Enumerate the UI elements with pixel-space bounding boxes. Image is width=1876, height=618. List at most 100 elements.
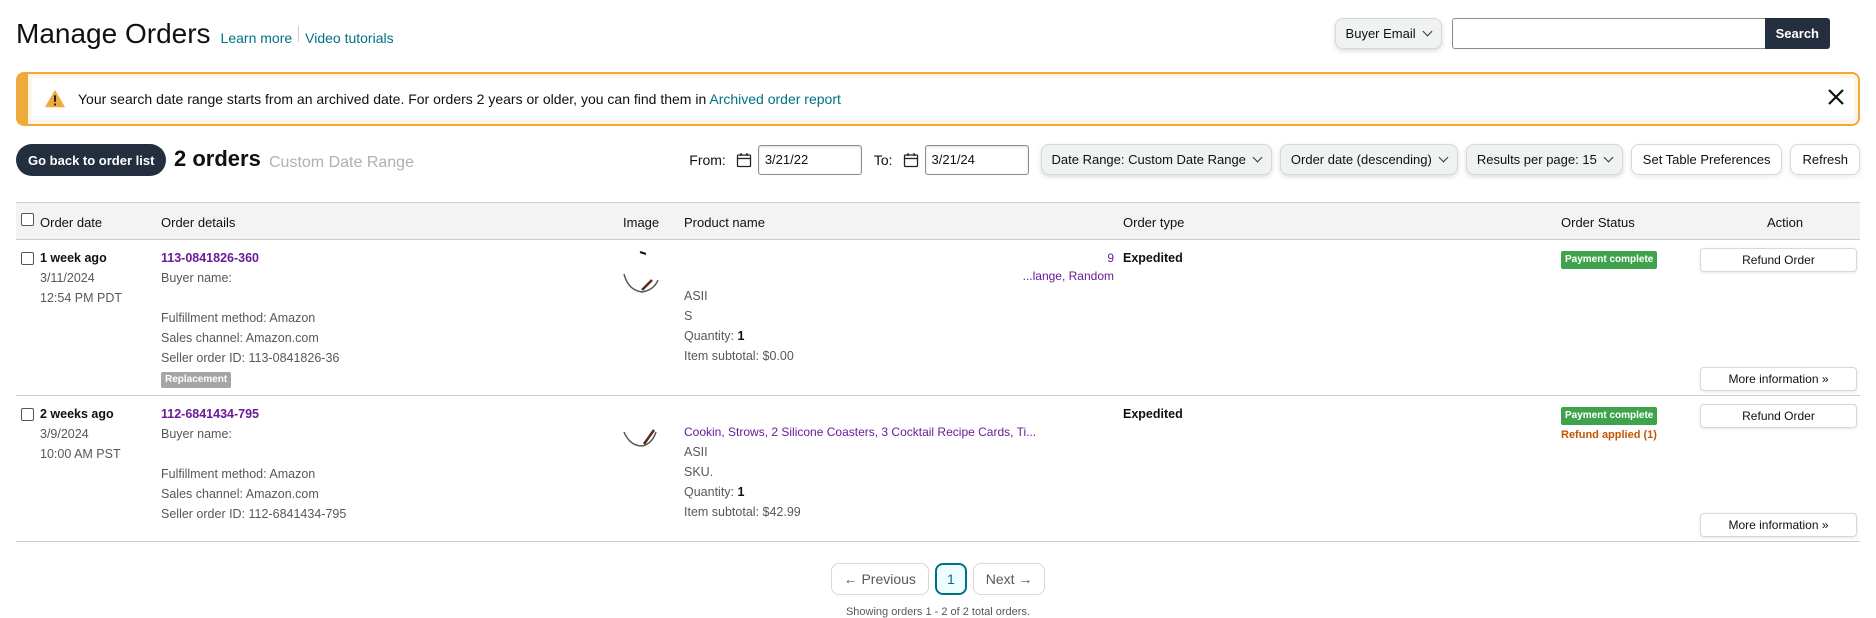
orders-toolbar: Go back to order list 2 orders Custom Da… — [16, 144, 1860, 178]
previous-page-button[interactable]: ← Previous — [830, 563, 929, 595]
page-title: Manage Orders — [16, 18, 211, 49]
results-summary: Showing orders 1 - 2 of 2 total orders. — [845, 606, 1031, 618]
order-id-link[interactable]: 113-0841826-360 — [161, 251, 259, 265]
from-date-field — [736, 144, 862, 175]
search-bar: Buyer Email Search — [1334, 18, 1830, 49]
sales-channel: Sales channel: Amazon.com — [161, 331, 319, 345]
product-image[interactable] — [620, 250, 664, 294]
calendar-icon[interactable] — [903, 152, 919, 168]
order-date-cell: 1 week ago 3/11/2024 12:54 PM PDT — [40, 248, 122, 308]
column-action: Action — [1767, 215, 1804, 230]
buyer-name: Buyer name: — [161, 427, 232, 441]
column-order-details: Order details — [161, 215, 236, 230]
sales-channel: Sales channel: Amazon.com — [161, 487, 319, 501]
to-date-field — [903, 144, 1029, 175]
sort-select[interactable]: Order date (descending) — [1279, 144, 1458, 175]
results-per-page-label: Results per page: 15 — [1476, 152, 1597, 167]
select-all-checkbox[interactable] — [21, 213, 34, 226]
order-type: Expedited — [1123, 251, 1183, 265]
column-order-date[interactable]: Order date — [40, 215, 102, 230]
row-checkbox[interactable] — [21, 252, 34, 265]
table-row: 1 week ago 3/11/2024 12:54 PM PDT 113-08… — [16, 240, 1860, 396]
quantity-label: Quantity: — [684, 485, 738, 499]
product-asin: ASII — [684, 445, 708, 459]
product-image[interactable] — [620, 418, 664, 462]
order-id-link[interactable]: 112-6841434-795 — [161, 407, 259, 421]
more-information-button[interactable]: More information » — [1700, 513, 1857, 537]
seller-order-id: Seller order ID: 112-6841434-795 — [161, 507, 347, 521]
row-checkbox[interactable] — [21, 408, 34, 421]
video-tutorials-link[interactable]: Video tutorials — [305, 30, 393, 46]
order-date-cell: 2 weeks ago 3/9/2024 10:00 AM PST — [40, 404, 121, 464]
order-status-cell: Payment complete Refund applied (1) — [1561, 404, 1658, 445]
date-range-label: Date Range: Custom Date Range — [1051, 152, 1246, 167]
order-time: 12:54 PM PDT — [40, 291, 122, 305]
chevron-down-icon — [1603, 152, 1614, 163]
search-button[interactable]: Search — [1764, 18, 1830, 49]
order-status-cell: Payment complete — [1561, 248, 1658, 269]
chevron-down-icon — [1438, 152, 1449, 163]
product-asin: ASII — [684, 289, 708, 303]
payment-status-badge: Payment complete — [1561, 407, 1658, 425]
from-date-input[interactable] — [757, 144, 862, 175]
product-sku: SKU. — [684, 465, 714, 479]
order-type-cell: Expedited — [1123, 404, 1183, 424]
date-range-select[interactable]: Date Range: Custom Date Range — [1040, 144, 1272, 175]
search-input[interactable] — [1451, 18, 1765, 49]
order-type: Expedited — [1123, 407, 1183, 421]
alert-text: Your search date range starts from an ar… — [78, 91, 710, 107]
back-to-order-list-button[interactable]: Go back to order list — [16, 144, 167, 176]
product-title-link[interactable]: Cookin, Strows, 2 Silicone Coasters, 3 C… — [684, 425, 1036, 439]
learn-more-link[interactable]: Learn more — [221, 30, 293, 46]
order-relative-date: 1 week ago — [40, 251, 107, 265]
set-table-preferences-button[interactable]: Set Table Preferences — [1630, 144, 1783, 175]
calendar-icon[interactable] — [736, 152, 752, 168]
from-label: From: — [689, 151, 726, 168]
product-sku: S — [684, 309, 693, 323]
orders-range-label: Custom Date Range — [269, 154, 414, 171]
order-time: 10:00 AM PST — [40, 447, 121, 461]
archived-order-report-link[interactable]: Archived order report — [709, 91, 841, 107]
seller-order-id: Seller order ID: 113-0841826-36 — [161, 351, 340, 365]
close-icon[interactable] — [1824, 85, 1848, 109]
column-product-name: Product name — [684, 215, 765, 230]
more-information-button[interactable]: More information » — [1700, 367, 1857, 391]
results-per-page-select[interactable]: Results per page: 15 — [1465, 144, 1623, 175]
current-page-button[interactable]: 1 — [934, 563, 967, 595]
header-divider — [298, 26, 300, 42]
alert-message: Your search date range starts from an ar… — [78, 91, 841, 107]
product-name-cell: Cookin, Strows, 2 Silicone Coasters, 3 C… — [684, 404, 1114, 522]
payment-status-badge: Payment complete — [1561, 251, 1658, 269]
order-date: 3/9/2024 — [40, 427, 89, 441]
order-details-cell: 113-0841826-360 Buyer name: Fulfillment … — [161, 248, 339, 388]
orders-table: Order date Order details Image Product n… — [16, 202, 1860, 542]
product-title-link-continued[interactable]: ...lange, Random — [1023, 269, 1114, 283]
replacement-badge: Replacement — [161, 372, 232, 388]
quantity-value: 1 — [737, 329, 745, 343]
to-date-input[interactable] — [924, 144, 1029, 175]
product-quantity: Quantity: 1 — [684, 482, 1114, 502]
product-title-link[interactable]: 9 — [1107, 251, 1114, 265]
filter-controls: From: To: Date Range: Custom Date Range — [689, 144, 1860, 175]
product-name-cell: 9 ...lange, Random ASII S Quantity: 1 It… — [684, 248, 1114, 366]
to-label: To: — [873, 151, 893, 168]
product-quantity: Quantity: 1 — [684, 326, 1114, 346]
sort-label: Order date (descending) — [1290, 152, 1432, 167]
order-type-cell: Expedited — [1123, 248, 1183, 268]
buyer-name: Buyer name: — [161, 271, 232, 285]
next-page-button[interactable]: Next → — [972, 563, 1046, 595]
refund-order-button[interactable]: Refund Order — [1700, 248, 1857, 272]
refresh-button[interactable]: Refresh — [1790, 144, 1860, 175]
refund-order-button[interactable]: Refund Order — [1700, 404, 1857, 428]
search-filter-select[interactable]: Buyer Email — [1334, 18, 1442, 49]
fulfillment-method: Fulfillment method: Amazon — [161, 467, 316, 481]
warning-icon — [44, 89, 66, 108]
column-order-type: Order type — [1123, 215, 1185, 230]
order-relative-date: 2 weeks ago — [40, 407, 114, 421]
page-header: Manage Orders Learn more Video tutorials — [16, 18, 394, 50]
orders-count: 2 orders — [174, 146, 261, 171]
more-information-label: More information — [1728, 518, 1819, 532]
refund-applied-status: Refund applied (1) — [1561, 429, 1657, 441]
double-chevron-down-icon: » — [1821, 372, 1829, 386]
chevron-down-icon — [1252, 152, 1263, 163]
